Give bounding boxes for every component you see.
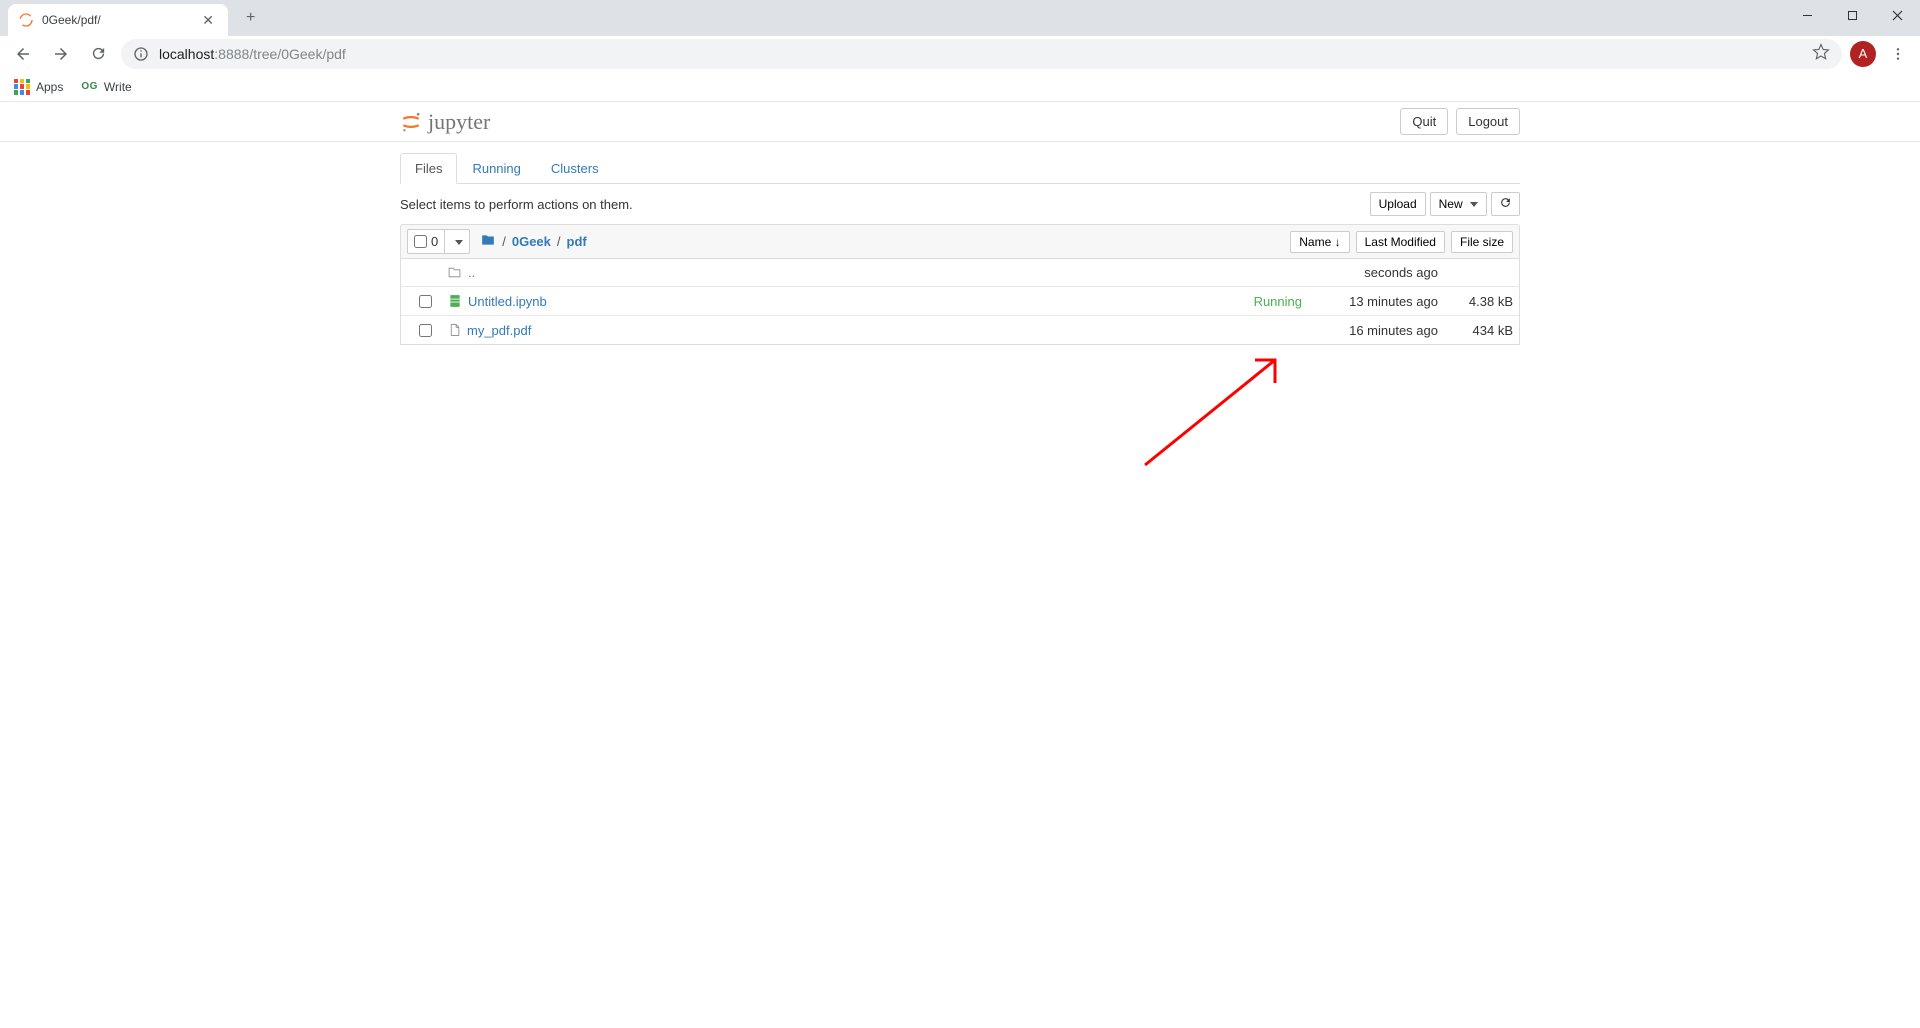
file-name[interactable]: my_pdf.pdf [467,323,531,338]
tab-files[interactable]: Files [400,153,457,184]
row-checkbox[interactable] [419,324,432,337]
user-avatar[interactable]: A [1850,41,1876,67]
bookmark-star-icon[interactable] [1812,43,1830,64]
modified-time: 16 minutes ago [1308,323,1438,338]
refresh-button[interactable] [1491,192,1520,216]
running-status: Running [1254,294,1302,309]
select-all-checkbox[interactable] [414,235,427,248]
file-row-untitled: Untitled.ipynb Running 13 minutes ago 4.… [401,287,1519,316]
row-checkbox[interactable] [419,295,432,308]
file-size: 434 kB [1438,323,1513,338]
browser-menu-icon[interactable] [1884,40,1912,68]
selected-count: 0 [431,234,438,249]
reload-button[interactable] [84,39,113,68]
tab-title: 0Geek/pdf/ [42,13,198,27]
breadcrumb-home-icon[interactable] [480,233,496,250]
forward-button[interactable] [46,39,76,69]
file-size: 4.38 kB [1438,294,1513,309]
logout-button[interactable]: Logout [1456,108,1520,135]
minimize-button[interactable] [1785,0,1830,30]
notebook-icon [448,293,462,309]
apps-bookmark[interactable]: Apps [14,79,63,95]
jupyter-header: jupyter Quit Logout [0,102,1920,142]
sort-name-button[interactable]: Name ↓ [1290,231,1349,253]
select-dropdown[interactable] [445,230,469,253]
browser-toolbar: localhost:8888/tree/0Geek/pdf A [0,36,1920,72]
upload-button[interactable]: Upload [1370,192,1426,216]
close-window-button[interactable] [1875,0,1920,30]
new-button[interactable]: New [1430,192,1487,216]
gfg-icon: OG [81,81,98,92]
breadcrumb: / 0Geek / pdf [480,233,587,250]
jupyter-logo[interactable]: jupyter [400,109,490,135]
jupyter-logo-icon [400,111,422,133]
annotation-arrow [1135,345,1295,475]
file-list: .. seconds ago Untitled.ipynb Running 13… [400,259,1520,345]
url-text: localhost:8888/tree/0Geek/pdf [159,46,346,62]
window-controls [1785,0,1920,30]
file-icon [448,322,461,338]
folder-icon [447,266,462,279]
sort-modified-button[interactable]: Last Modified [1356,231,1445,253]
url-bar[interactable]: localhost:8888/tree/0Geek/pdf [121,39,1842,69]
parent-dir-row[interactable]: .. seconds ago [401,259,1519,287]
caret-down-icon [1466,197,1478,211]
jupyter-favicon [18,12,34,28]
write-bookmark[interactable]: OG Write [81,80,131,94]
new-tab-button[interactable]: + [240,3,261,33]
quit-button[interactable]: Quit [1400,108,1448,135]
file-name[interactable]: Untitled.ipynb [468,294,547,309]
sort-size-button[interactable]: File size [1451,231,1513,253]
browser-tab[interactable]: 0Geek/pdf/ ✕ [8,4,228,36]
tab-clusters[interactable]: Clusters [536,153,614,184]
tab-running[interactable]: Running [457,153,535,184]
file-row-mypdf: my_pdf.pdf 16 minutes ago 434 kB [401,316,1519,344]
browser-titlebar: 0Geek/pdf/ ✕ + [0,0,1920,36]
modified-time: 13 minutes ago [1308,294,1438,309]
select-hint: Select items to perform actions on them. [400,197,633,212]
notebook-tabs: Files Running Clusters [400,152,1520,184]
site-info-icon[interactable] [133,46,149,62]
back-button[interactable] [8,39,38,69]
maximize-button[interactable] [1830,0,1875,30]
select-all-group[interactable]: 0 [407,229,470,254]
breadcrumb-pdf[interactable]: pdf [567,234,587,249]
close-tab-icon[interactable]: ✕ [198,12,218,29]
breadcrumb-0geek[interactable]: 0Geek [512,234,551,249]
modified-time: seconds ago [1308,265,1438,280]
bookmarks-bar: Apps OG Write [0,72,1920,102]
apps-grid-icon [14,79,30,95]
arrow-down-icon: ↓ [1335,235,1341,249]
notebook-toolbar: Select items to perform actions on them.… [400,184,1520,224]
file-list-header: 0 / 0Geek / pdf Name ↓ Last Modified Fil… [400,224,1520,259]
